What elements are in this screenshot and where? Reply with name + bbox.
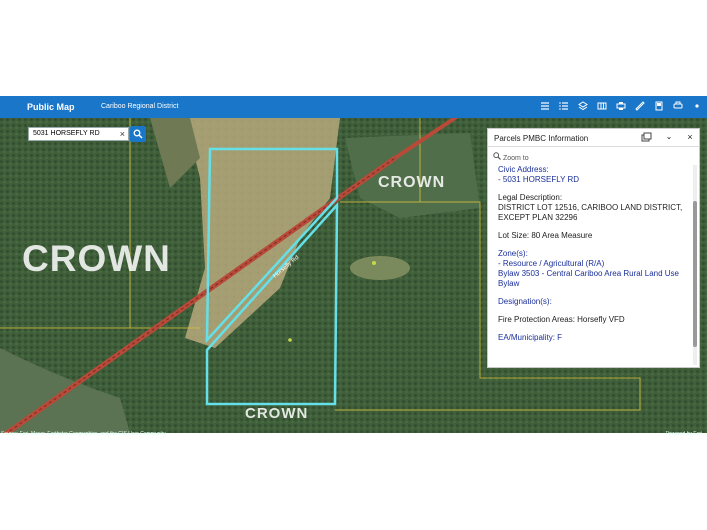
zoom-to-label: Zoom to <box>502 155 529 162</box>
close-icon[interactable]: × <box>684 132 696 144</box>
watermark-text: REALTOR® <box>4 79 80 94</box>
layers-icon[interactable] <box>577 100 589 112</box>
clear-search-icon[interactable]: × <box>120 128 125 140</box>
legal-description-value: DISTRICT LOT 12516, CARIBOO LAND DISTRIC… <box>498 203 683 222</box>
measure-icon[interactable] <box>634 100 646 112</box>
ea-municipality: EA/Municipality: F <box>498 333 563 342</box>
top-bar: Public Map Cariboo Regional District <box>0 96 707 118</box>
toolbar <box>539 100 703 112</box>
designations-label: Designation(s): <box>498 297 552 306</box>
zones-label: Zone(s): <box>498 249 528 258</box>
zone-item-2: Bylaw 3503 - Central Cariboo Area Rural … <box>498 269 679 288</box>
lot-size: Lot Size: 80 Area Measure <box>498 231 593 240</box>
parcel-info-panel: Parcels PMBC Information ⌄ × Zoom to Civ… <box>487 128 700 368</box>
panel-scrollbar[interactable] <box>693 165 697 365</box>
dock-icon[interactable] <box>640 132 652 144</box>
scroll-thumb[interactable] <box>693 201 697 347</box>
print-icon[interactable] <box>615 100 627 112</box>
zoom-to-link[interactable]: Zoom to <box>493 152 529 162</box>
collapse-icon[interactable]: ⌄ <box>663 132 675 144</box>
search-icon <box>133 129 143 139</box>
panel-header: Parcels PMBC Information ⌄ × <box>488 129 699 147</box>
map-attribution: Source: Esri, Maxar, Earthstar Geographi… <box>1 431 166 437</box>
crown-label-right: CROWN <box>378 174 446 191</box>
search-button[interactable] <box>130 126 146 142</box>
basemap-icon[interactable] <box>596 100 608 112</box>
district-name: Cariboo Regional District <box>101 103 179 110</box>
crown-label-large: CROWN <box>22 238 171 279</box>
search-value: 5031 HORSEFLY RD <box>33 130 100 137</box>
layers-list-icon[interactable] <box>558 100 570 112</box>
panel-title: Parcels PMBC Information <box>494 134 589 143</box>
fire-protection: Fire Protection Areas: Horsefly VFD <box>498 315 625 324</box>
powered-by[interactable]: Powered by Esri <box>666 431 702 437</box>
civic-address-label: Civic Address: <box>498 165 549 174</box>
zone-item-1: - Resource / Agricultural (R/A) <box>498 259 605 268</box>
more-icon[interactable] <box>691 100 703 112</box>
realtor-watermark: REALTOR® <box>0 0 84 96</box>
bookmark-icon[interactable] <box>653 100 665 112</box>
legal-description-label: Legal Description: <box>498 193 563 202</box>
crown-label-bottom: CROWN <box>245 405 309 422</box>
search-input[interactable]: 5031 HORSEFLY RD × <box>28 127 129 141</box>
panel-body: Civic Address: - 5031 HORSEFLY RD Legal … <box>498 165 688 365</box>
app-title: Public Map <box>27 102 75 112</box>
zoom-icon <box>493 152 501 160</box>
civic-address-value: - 5031 HORSEFLY RD <box>498 175 580 184</box>
print-alt-icon[interactable] <box>672 100 684 112</box>
list-icon[interactable] <box>539 100 551 112</box>
